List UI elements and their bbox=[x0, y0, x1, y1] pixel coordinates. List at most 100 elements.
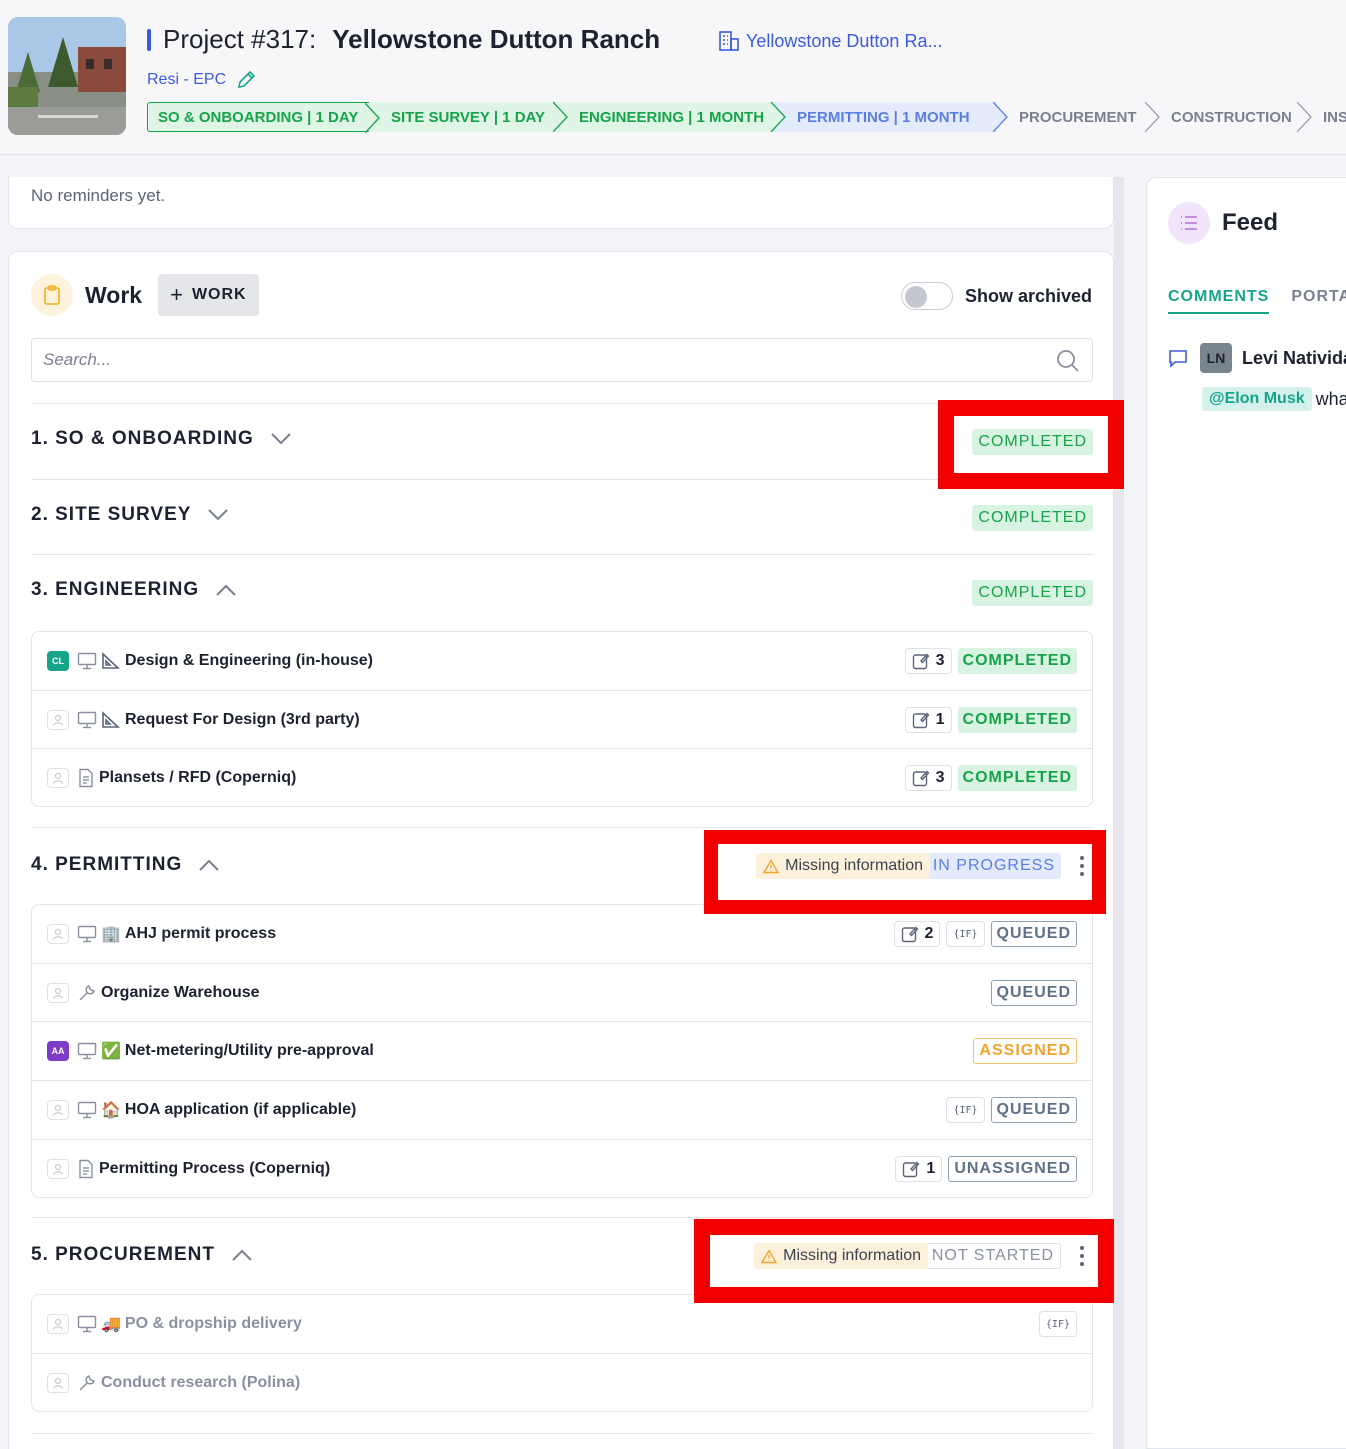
monitor-icon bbox=[77, 1101, 97, 1119]
wrench-icon bbox=[79, 1374, 95, 1391]
avatar: LN bbox=[1200, 343, 1232, 373]
task-status-badge[interactable]: ASSIGNED bbox=[973, 1038, 1077, 1064]
missing-info-badge[interactable]: Missing information bbox=[754, 1243, 928, 1269]
add-work-label: WORK bbox=[191, 286, 247, 303]
phase-status-badge: COMPLETED bbox=[972, 429, 1093, 455]
missing-info-label: Missing information bbox=[785, 857, 923, 874]
stage-4[interactable]: PERMITTING | 1 MONTH bbox=[775, 102, 1008, 132]
task-meta: ASSIGNED bbox=[973, 1022, 1077, 1080]
phase-title[interactable]: 2. SITE SURVEY bbox=[31, 504, 229, 526]
phase-section: 5. PROCUREMENT NOT STARTED Missing informa… bbox=[31, 1217, 1093, 1293]
task-row[interactable]: Conduct research (Polina) bbox=[32, 1353, 1092, 1411]
building-icon bbox=[719, 31, 739, 51]
stage-1[interactable]: SO & ONBOARDING | 1 DAY bbox=[147, 102, 380, 133]
form-count-value: 3 bbox=[935, 768, 945, 786]
task-row[interactable]: Organize Warehouse QUEUED bbox=[32, 963, 1092, 1021]
search-input[interactable] bbox=[32, 339, 1032, 381]
stage-5[interactable]: PROCUREMENT bbox=[997, 102, 1160, 132]
phase-title[interactable]: 5. PROCUREMENT bbox=[31, 1244, 253, 1266]
tab-portal[interactable]: PORTAL bbox=[1291, 288, 1346, 314]
stage-2[interactable]: SITE SURVEY | 1 DAY bbox=[369, 102, 568, 132]
form-icon bbox=[912, 653, 930, 670]
phase-title[interactable]: 4. PERMITTING bbox=[31, 854, 220, 876]
add-work-button[interactable]: + WORK bbox=[158, 274, 259, 316]
project-photo[interactable] bbox=[8, 17, 126, 135]
form-icon bbox=[912, 711, 930, 728]
conditional-tag: {IF} bbox=[946, 921, 985, 947]
task-status-badge[interactable]: QUEUED bbox=[990, 921, 1077, 947]
task-name: Design & Engineering (in-house) bbox=[125, 652, 374, 669]
chevron-up-icon[interactable] bbox=[215, 583, 237, 597]
phase-title-label: 5. PROCUREMENT bbox=[31, 1244, 215, 1265]
task-row[interactable]: 🏢 AHJ permit process 2 {IF} QUEUED bbox=[32, 905, 1092, 963]
form-count-value: 3 bbox=[935, 652, 945, 669]
form-count[interactable]: 3 bbox=[904, 648, 952, 674]
stage-3[interactable]: ENGINEERING | 1 MONTH bbox=[557, 102, 786, 132]
main-scrollbar[interactable] bbox=[1114, 177, 1124, 1449]
phase-title[interactable]: 3. ENGINEERING bbox=[31, 579, 237, 601]
task-status-badge[interactable]: COMPLETED bbox=[957, 648, 1077, 674]
show-archived-toggle[interactable] bbox=[900, 282, 953, 310]
task-info: Conduct research (Polina) bbox=[47, 1354, 300, 1411]
avatar bbox=[47, 982, 69, 1003]
pencil-icon[interactable] bbox=[236, 70, 256, 90]
task-status-badge[interactable]: UNASSIGNED bbox=[948, 1155, 1077, 1182]
tab-comments[interactable]: COMMENTS bbox=[1168, 288, 1270, 314]
task-row[interactable]: 🏠 HOA application (if applicable) {IF} QUEU… bbox=[32, 1080, 1092, 1139]
phase-status-badge: IN PROGRESS bbox=[926, 853, 1061, 879]
task-type-icon bbox=[77, 1315, 97, 1333]
project-type-label: Resi - EPC bbox=[147, 71, 227, 88]
missing-info-badge[interactable]: Missing information bbox=[756, 853, 930, 879]
phase-section: 1. SO & ONBOARDING COMPLETED bbox=[31, 403, 1093, 479]
chevron-down-icon[interactable] bbox=[270, 432, 292, 446]
task-row[interactable]: Permitting Process (Coperniq) 1 UNASSIGNED bbox=[32, 1139, 1092, 1197]
task-name: Conduct research (Polina) bbox=[101, 1373, 301, 1391]
phase-section: 3. ENGINEERING COMPLETED bbox=[31, 554, 1093, 630]
avatar bbox=[47, 1372, 69, 1393]
phase-title[interactable]: 1. SO & ONBOARDING bbox=[31, 428, 292, 450]
avatar bbox=[47, 767, 69, 788]
task-name: Permitting Process (Coperniq) bbox=[99, 1159, 331, 1177]
task-name: AHJ permit process bbox=[124, 925, 277, 942]
stage-label: ENGINEERING | 1 MONTH bbox=[579, 108, 765, 126]
task-row[interactable]: Plansets / RFD (Coperniq) 3 COMPLETED bbox=[32, 748, 1092, 806]
task-type-icon bbox=[77, 1042, 97, 1060]
more-options-icon[interactable] bbox=[1077, 856, 1087, 876]
feed-title: Feed bbox=[1222, 209, 1279, 236]
task-info: Request For Design (3rd party) bbox=[47, 691, 360, 748]
work-title: Work bbox=[85, 281, 143, 308]
form-count[interactable]: 1 bbox=[895, 1155, 943, 1182]
form-count[interactable]: 2 bbox=[893, 921, 941, 947]
phase-title-label: 3. ENGINEERING bbox=[31, 579, 200, 600]
phase-status-badge: COMPLETED bbox=[972, 505, 1093, 531]
chevron-up-icon[interactable] bbox=[231, 1248, 253, 1262]
avatar: AA bbox=[47, 1041, 69, 1061]
task-row[interactable]: AA ✅ Net-metering/Utility pre-approval ASSI… bbox=[32, 1021, 1092, 1080]
task-status-badge[interactable]: QUEUED bbox=[990, 979, 1077, 1006]
task-status-badge[interactable]: COMPLETED bbox=[957, 706, 1077, 733]
title-accent-bar bbox=[147, 28, 151, 51]
more-options-icon[interactable] bbox=[1077, 1246, 1087, 1266]
avatar bbox=[47, 924, 69, 944]
task-info: 🚚 PO & dropship delivery bbox=[47, 1295, 302, 1353]
site-link[interactable]: Yellowstone Dutton Ra... bbox=[718, 30, 942, 52]
task-row[interactable]: Request For Design (3rd party) 1 COMPLETED bbox=[32, 690, 1092, 748]
task-status-badge[interactable]: COMPLETED bbox=[957, 764, 1077, 791]
comment-icon bbox=[1169, 350, 1187, 368]
task-list: CL Design & Engineering (in-house) 3 COMPLE… bbox=[31, 631, 1093, 807]
search-icon[interactable] bbox=[1056, 349, 1080, 373]
task-row[interactable]: CL Design & Engineering (in-house) 3 COMPLE… bbox=[32, 632, 1092, 690]
stage-6[interactable]: CONSTRUCTION bbox=[1149, 102, 1312, 132]
chevron-up-icon[interactable] bbox=[198, 858, 220, 872]
task-meta: 1 COMPLETED bbox=[904, 691, 1077, 748]
site-link-label: Yellowstone Dutton Ra... bbox=[746, 30, 943, 51]
form-count[interactable]: 1 bbox=[904, 706, 952, 733]
monitor-icon bbox=[77, 925, 97, 943]
comment-mention[interactable]: @Elon Musk bbox=[1202, 387, 1312, 411]
task-row[interactable]: 🚚 PO & dropship delivery {IF} bbox=[32, 1295, 1092, 1353]
chevron-down-icon[interactable] bbox=[207, 508, 229, 522]
chevron-right-icon bbox=[1297, 102, 1312, 132]
task-status-badge[interactable]: QUEUED bbox=[990, 1097, 1077, 1123]
form-count[interactable]: 3 bbox=[904, 764, 952, 791]
wrench-icon bbox=[79, 984, 95, 1001]
